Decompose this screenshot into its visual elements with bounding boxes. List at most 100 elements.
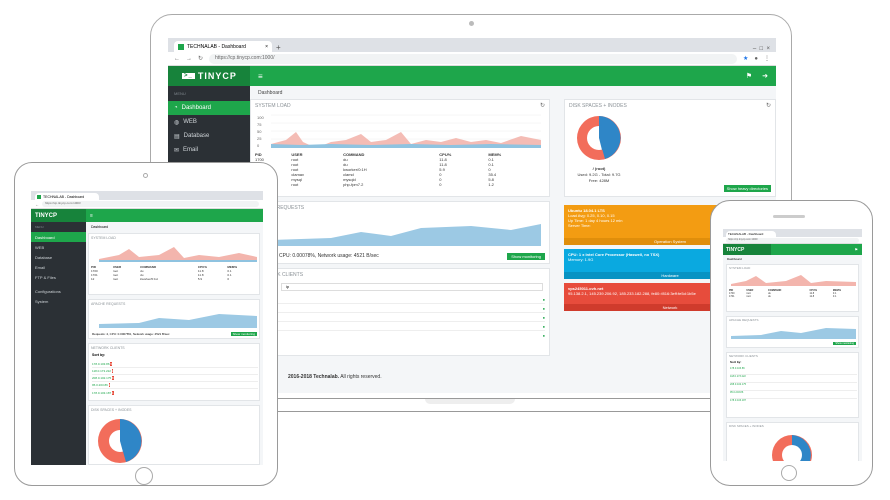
refresh-icon[interactable]: ↻	[766, 102, 771, 109]
globe-icon: ◍	[174, 119, 180, 126]
sidebar-item-ftp[interactable]: FTP & Files	[31, 272, 86, 282]
list-item[interactable]: 178.0.103.86	[730, 367, 857, 375]
client-list: 178.0.103.86 5 118.0.173.222 3 208.0.102…	[92, 361, 258, 396]
new-tab-icon[interactable]: +	[276, 43, 281, 52]
forward-icon[interactable]: →	[186, 56, 192, 62]
sidebar-item-email[interactable]: ✉ Email	[168, 143, 250, 157]
address-bar[interactable]: https://cp.tinycp.com:1000/	[726, 237, 859, 243]
phone-home-button[interactable]	[781, 465, 797, 481]
show-monitoring-button[interactable]: Show monitoring	[230, 332, 257, 336]
sidebar-item-dashboard[interactable]: Dashboard	[31, 232, 86, 242]
system-load-panel: SYSTEM LOAD ↻ 100 75 50 25 0 PID USER COMMAND C…	[250, 99, 550, 197]
network-clients-panel: NETWORK CLIENTS ip 5● 3● 8● 1● 1●	[250, 268, 550, 356]
tablet-camera	[143, 173, 148, 178]
notifications-icon[interactable]: ⚑	[746, 72, 752, 80]
menu-header: MENU	[35, 225, 44, 229]
sidebar-item-dashboard[interactable]: ◔ Dashboard	[168, 101, 250, 115]
logout-icon[interactable]: ➜	[762, 72, 768, 80]
back-icon[interactable]: ←	[35, 202, 39, 207]
sidebar-item-database[interactable]: ▤ Database	[168, 129, 250, 143]
network-clients-panel: NETWORK CLIENTS Sort by: 178.0.103.86 5 …	[88, 343, 260, 401]
window-controls[interactable]: – □ ×	[753, 46, 776, 52]
system-load-panel: SYSTEM LOAD PID USER COMMAND CPU% MEM% 1700 r…	[726, 264, 859, 312]
list-item[interactable]: 95.0.203.86	[730, 391, 857, 399]
sidebar-item-web[interactable]: WEB	[31, 242, 86, 252]
disk-donut-chart	[98, 419, 142, 463]
sidebar-item-web[interactable]: ◍ WEB	[168, 115, 250, 129]
sidebar-item-database[interactable]: Database	[31, 252, 86, 262]
favicon-icon	[178, 43, 184, 50]
address-bar[interactable]: https://cp.tinycp.com:1000/	[209, 53, 737, 64]
apache-requests-panel: APACHE REQUESTS Requests: 4, CPU: 0.0007…	[88, 299, 260, 339]
table-row: 1151rootphp-fpm7.201.2	[255, 182, 494, 187]
sidebar-item-configurations[interactable]: Configurations	[31, 286, 86, 296]
list-item[interactable]: 178.0.103.187 1	[92, 389, 258, 396]
database-icon: ▤	[174, 133, 180, 140]
disk-donut-chart	[772, 435, 812, 461]
list-item[interactable]: 8●	[255, 313, 545, 322]
app-logo[interactable]: TINYCP	[723, 244, 771, 255]
online-icon: ●	[542, 323, 545, 329]
panel-title: NETWORK CLIENTS	[255, 272, 304, 278]
cpu-load-chart	[731, 275, 856, 286]
apache-chart	[731, 328, 856, 339]
bookmark-star-icon[interactable]: ★	[743, 55, 748, 62]
browser-tab[interactable]: TECHNALAB - Dashboard	[35, 193, 99, 200]
back-icon[interactable]: ←	[174, 56, 180, 62]
panel-title: SYSTEM LOAD	[91, 236, 116, 240]
notifications-icon[interactable]: ⚑	[854, 247, 858, 252]
online-icon: ●	[542, 305, 545, 311]
sort-label: Sort by:	[92, 353, 106, 357]
list-item[interactable]: 208.0.102.175 8	[92, 375, 258, 382]
network-clients-panel: NETWORK CLIENTS Sort by: 178.0.103.86 11…	[726, 352, 859, 418]
list-item[interactable]: 3●	[255, 304, 545, 313]
address-bar[interactable]: https://cp.tinycp.com:1000/	[42, 201, 259, 207]
list-item[interactable]: 118.0.173.222	[730, 375, 857, 383]
list-item[interactable]: 178.0.103.86 5	[92, 361, 258, 368]
list-item[interactable]: 1●	[255, 331, 545, 340]
panel-title: DISK SPACES + INODES	[729, 424, 764, 428]
refresh-icon[interactable]: ↻	[540, 102, 545, 109]
tablet-frame: TECHNALAB - Dashboard ← https://cp.tinyc…	[14, 162, 278, 486]
apache-chart	[99, 314, 257, 328]
close-tab-icon[interactable]: ×	[265, 44, 268, 50]
sort-select[interactable]: ip	[281, 283, 543, 291]
online-icon: ●	[542, 296, 545, 302]
browser-tab[interactable]: TECHNALAB - Dashboard ×	[174, 41, 272, 52]
app-logo[interactable]: >_ TINYCP	[168, 66, 250, 86]
table-row: 12rootkworker/0:1H5.90	[91, 277, 230, 281]
apache-stats: CPU: 0.00078%, Network usage: 4521 B/sec	[279, 253, 379, 259]
hamburger-icon[interactable]: ≡	[90, 213, 93, 219]
show-monitoring-button[interactable]: Show monitoring	[507, 253, 545, 260]
apache-stats: Requests: 4, CPU: 0.00078%, Network usag…	[92, 332, 170, 336]
disk-donut-chart	[577, 116, 621, 160]
browser-tab[interactable]: TECHNALAB - Dashboard	[726, 231, 776, 237]
hamburger-icon[interactable]: ≡	[258, 72, 263, 81]
panel-title: APACHE REQUESTS	[91, 302, 126, 306]
list-item[interactable]: 208.0.102.175	[730, 383, 857, 391]
sidebar-item-system[interactable]: System	[31, 296, 86, 306]
laptop-camera	[469, 21, 474, 26]
tablet-home-button[interactable]	[135, 467, 153, 485]
dashboard-icon: ◔	[174, 105, 178, 111]
list-item[interactable]: 95.0.203.86 1	[92, 382, 258, 389]
list-item[interactable]: 5●	[255, 295, 545, 304]
show-monitoring-button[interactable]: Show monitoring	[833, 342, 856, 345]
list-item[interactable]: 178.0.103.187	[730, 399, 857, 407]
panel-title: NETWORK CLIENTS	[729, 354, 758, 358]
tablet-screen: TECHNALAB - Dashboard ← https://cp.tinyc…	[31, 191, 263, 465]
panel-title: DISK SPACES + INODES	[91, 408, 132, 412]
favicon-icon	[37, 194, 41, 199]
menu-dots-icon[interactable]: ⋮	[764, 55, 770, 62]
show-heavy-directories-button[interactable]: Show heavy directories	[723, 185, 771, 192]
apache-requests-panel: APACHE REQUESTS CPU: 0.00078%, Network u…	[250, 201, 550, 264]
sidebar-item-email[interactable]: Email	[31, 262, 86, 272]
app-logo[interactable]: TINYCP	[31, 209, 86, 222]
list-item[interactable]: 118.0.173.222 3	[92, 368, 258, 375]
profile-icon[interactable]: ●	[754, 56, 758, 62]
menu-header: MENU	[174, 91, 186, 96]
y-tick-labels: 100 75 50 25 0	[257, 115, 264, 148]
list-item[interactable]: 1●	[255, 322, 545, 331]
reload-icon[interactable]: ↻	[198, 55, 203, 62]
sort-label: Sort by:	[730, 360, 742, 364]
